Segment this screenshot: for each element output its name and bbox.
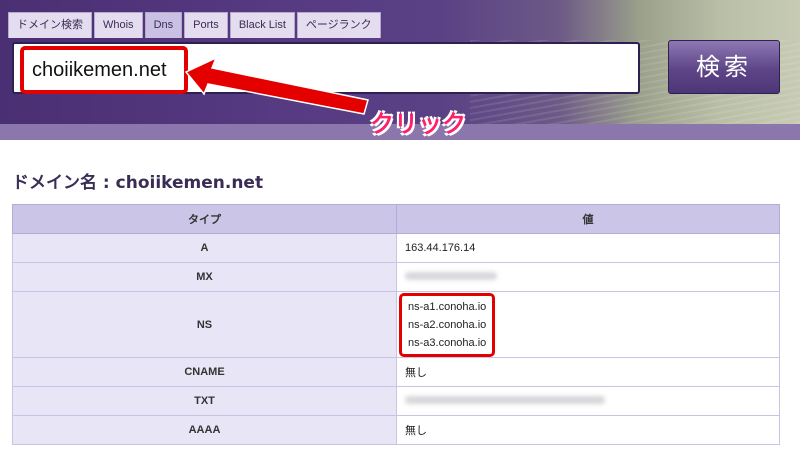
tab-bar: ドメイン検索 Whois Dns Ports Black List ページランク — [8, 12, 381, 38]
record-type-mx: MX — [12, 262, 397, 292]
click-annotation-label: クリック — [370, 110, 466, 138]
column-header-value: 値 — [396, 204, 780, 234]
annotation-arrow-icon — [184, 58, 369, 115]
ns-server-2: ns-a2.conoha.io — [408, 318, 487, 331]
redacted-value — [405, 272, 497, 280]
tab-pagerank[interactable]: ページランク — [296, 12, 381, 38]
record-type-aaaa: AAAA — [12, 415, 397, 445]
result-domain-title: ドメイン名 : choiikemen.net — [12, 173, 264, 193]
ns-highlight-box: ns-a1.conoha.io ns-a2.conoha.io ns-a3.co… — [399, 292, 496, 357]
tab-dns[interactable]: Dns — [144, 12, 183, 38]
ns-server-3: ns-a3.conoha.io — [408, 336, 487, 349]
redacted-value — [405, 396, 605, 404]
tab-ports[interactable]: Ports — [184, 12, 228, 38]
record-value-txt-redacted — [396, 386, 780, 416]
table-row: TXT — [12, 386, 780, 416]
table-row: MX — [12, 262, 780, 292]
record-value-aaaa: 無し — [396, 415, 780, 445]
page: ドメイン検索 Whois Dns Ports Black List ページランク… — [0, 0, 800, 466]
table-header-row: タイプ 値 — [12, 204, 780, 234]
record-type-ns: NS — [12, 291, 397, 358]
search-button[interactable]: 検索 — [668, 40, 780, 94]
table-row: AAAA 無し — [12, 415, 780, 445]
tab-domain-search[interactable]: ドメイン検索 — [8, 12, 92, 38]
record-value-ns: ns-a1.conoha.io ns-a2.conoha.io ns-a3.co… — [396, 291, 780, 358]
record-type-a: A — [12, 233, 397, 263]
record-type-txt: TXT — [12, 386, 397, 416]
ns-server-1: ns-a1.conoha.io — [408, 300, 487, 313]
table-row: CNAME 無し — [12, 357, 780, 387]
tab-black-list[interactable]: Black List — [229, 12, 295, 38]
table-row: NS ns-a1.conoha.io ns-a2.conoha.io ns-a3… — [12, 291, 780, 358]
record-type-cname: CNAME — [12, 357, 397, 387]
column-header-type: タイプ — [12, 204, 397, 234]
record-value-mx-redacted — [396, 262, 780, 292]
table-row: A 163.44.176.14 — [12, 233, 780, 263]
dns-record-table: タイプ 値 A 163.44.176.14 MX NS ns-a1.conoha… — [12, 204, 780, 445]
search-input[interactable]: choiikemen.net — [20, 46, 188, 94]
record-value-a: 163.44.176.14 — [396, 233, 780, 263]
record-value-cname: 無し — [396, 357, 780, 387]
tab-whois[interactable]: Whois — [94, 12, 143, 38]
